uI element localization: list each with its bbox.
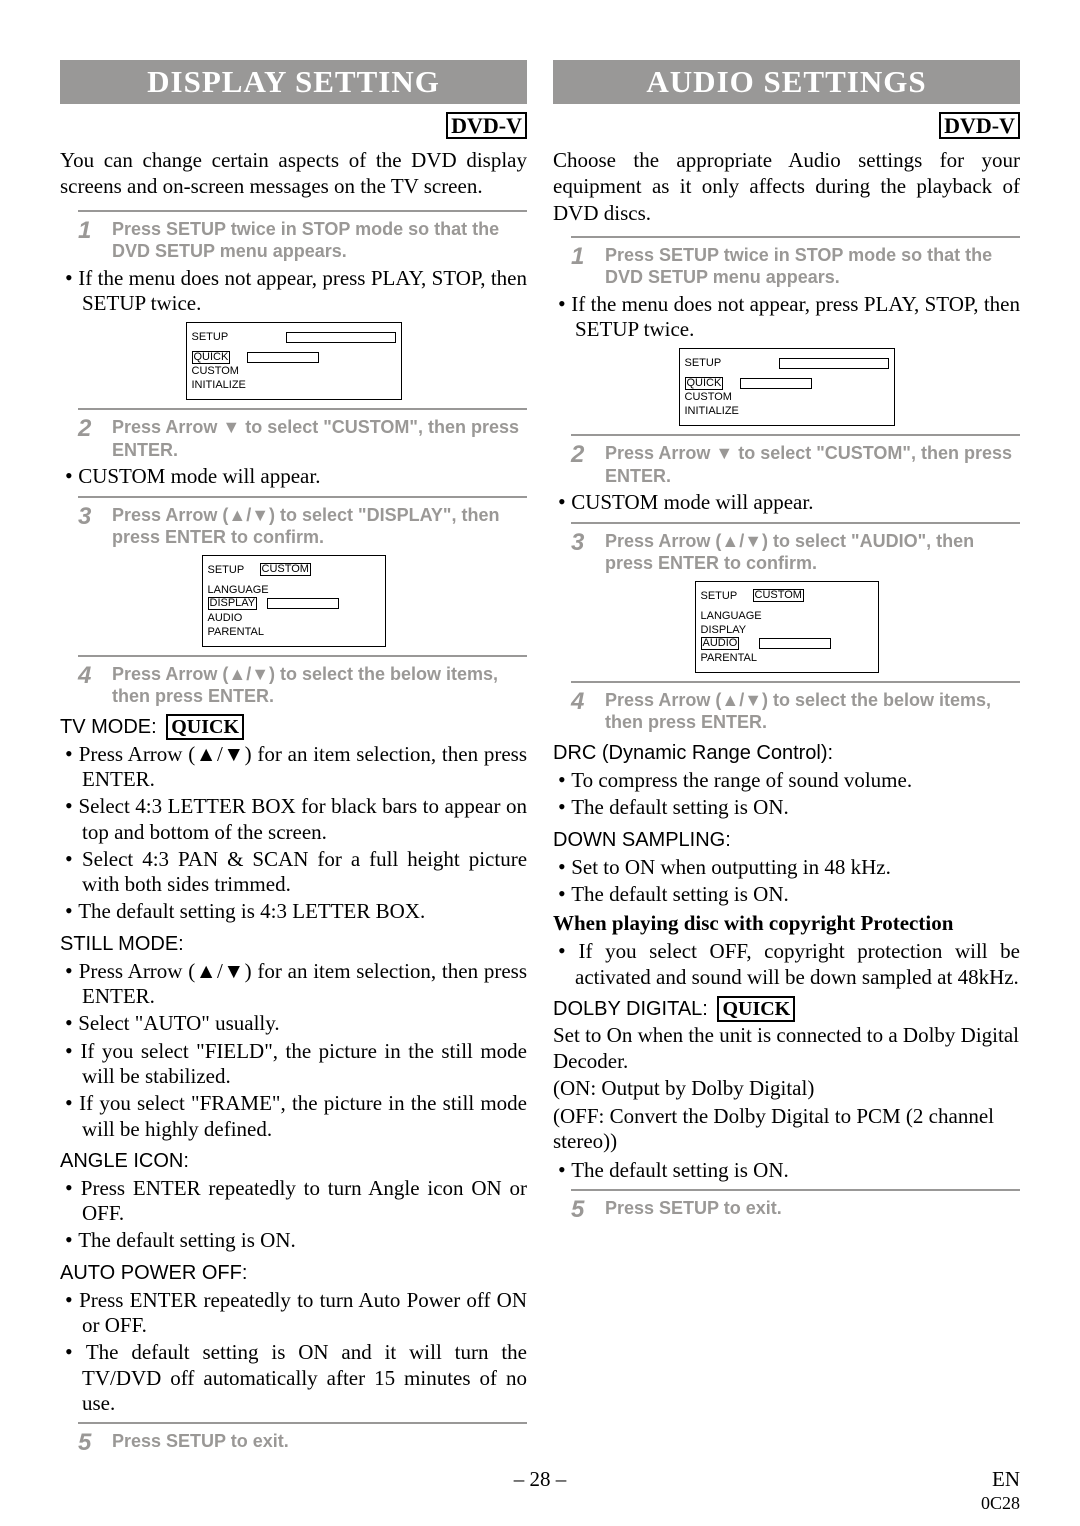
list-item: The default setting is ON. [553,794,1020,820]
list-item: If you select "FRAME", the picture in th… [60,1090,527,1142]
step-3-num: 3 [78,504,112,549]
step-4-num: 4 [78,663,112,708]
list-item: Set to ON when outputting in 48 kHz. [553,854,1020,880]
list-item: To compress the range of sound volume. [553,767,1020,793]
list-item: If you select "FIELD", the picture in th… [60,1038,527,1090]
dolby-line: Set to On when the unit is connected to … [553,1023,1020,1074]
list-item: The default setting is 4:3 LETTER BOX. [60,898,527,924]
list-item: Press Arrow (▲/▼) for an item selection,… [60,958,527,1010]
left-step-2: Press Arrow ▼ to select "CUSTOM", then p… [112,416,527,461]
drc-heading: DRC (Dynamic Range Control): [553,742,1020,765]
left-step-5: Press SETUP to exit. [112,1430,289,1456]
right-step-3: Press Arrow (▲/▼) to select "AUDIO", the… [605,530,1020,575]
list-item: The default setting is ON. [553,1157,1020,1183]
right-diagram-2: SETUPCUSTOM LANGUAGE DISPLAY AUDIO PAREN… [553,581,1020,673]
right-step-1: Press SETUP twice in STOP mode so that t… [605,244,1020,289]
left-note-1: If the menu does not appear, press PLAY,… [60,265,527,317]
list-item: Press ENTER repeatedly to turn Auto Powe… [60,1287,527,1339]
left-diagram-1: SETUP QUICK CUSTOM INITIALIZE [60,322,527,400]
right-intro: Choose the appropriate Audio settings fo… [553,147,1020,226]
down-bold: When playing disc with copyright Protect… [553,911,1020,936]
page-number: – 28 – [60,1467,1020,1492]
step-2-num: 2 [78,416,112,461]
list-item: The default setting is ON and it will tu… [60,1339,527,1416]
apo-heading: AUTO POWER OFF: [60,1262,527,1285]
right-tag: DVD-V [939,112,1020,139]
list-item: The default setting is ON. [60,1227,527,1253]
dolby-heading: DOLBY DIGITAL: QUICK [553,998,1020,1021]
right-note-2: CUSTOM mode will appear. [553,489,1020,515]
right-step-5: Press SETUP to exit. [605,1197,782,1223]
list-item: Select "AUTO" usually. [60,1010,527,1036]
dolby-line: (OFF: Convert the Dolby Digital to PCM (… [553,1104,1020,1155]
left-tag: DVD-V [446,112,527,139]
left-note-2: CUSTOM mode will appear. [60,463,527,489]
left-banner: DISPLAY SETTING [60,60,527,104]
left-step-1: Press SETUP twice in STOP mode so that t… [112,218,527,263]
right-banner: AUDIO SETTINGS [553,60,1020,104]
right-note-1: If the menu does not appear, press PLAY,… [553,291,1020,343]
list-item: If you select OFF, copyright protection … [553,938,1020,990]
dolby-line: (ON: Output by Dolby Digital) [553,1076,1020,1102]
down-heading: DOWN SAMPLING: [553,829,1020,852]
list-item: Select 4:3 PAN & SCAN for a full height … [60,846,527,898]
left-intro: You can change certain aspects of the DV… [60,147,527,200]
list-item: The default setting is ON. [553,881,1020,907]
right-step-4: Press Arrow (▲/▼) to select the below it… [605,689,1020,734]
page-code: 0C28 [981,1493,1020,1514]
still-heading: STILL MODE: [60,933,527,956]
page-lang: EN [992,1467,1020,1492]
list-item: Press ENTER repeatedly to turn Angle ico… [60,1175,527,1227]
step-1-num: 1 [78,218,112,263]
tvmode-heading: TV MODE: QUICK [60,716,527,739]
right-diagram-1: SETUP QUICK CUSTOM INITIALIZE [553,348,1020,426]
step-5-num: 5 [78,1430,112,1456]
list-item: Press Arrow (▲/▼) for an item selection,… [60,741,527,793]
list-item: Select 4:3 LETTER BOX for black bars to … [60,793,527,845]
angle-heading: ANGLE ICON: [60,1150,527,1173]
left-step-3: Press Arrow (▲/▼) to select "DISPLAY", t… [112,504,527,549]
left-step-4: Press Arrow (▲/▼) to select the below it… [112,663,527,708]
left-diagram-2: SETUPCUSTOM LANGUAGE DISPLAY AUDIO PAREN… [60,555,527,647]
right-step-2: Press Arrow ▼ to select "CUSTOM", then p… [605,442,1020,487]
